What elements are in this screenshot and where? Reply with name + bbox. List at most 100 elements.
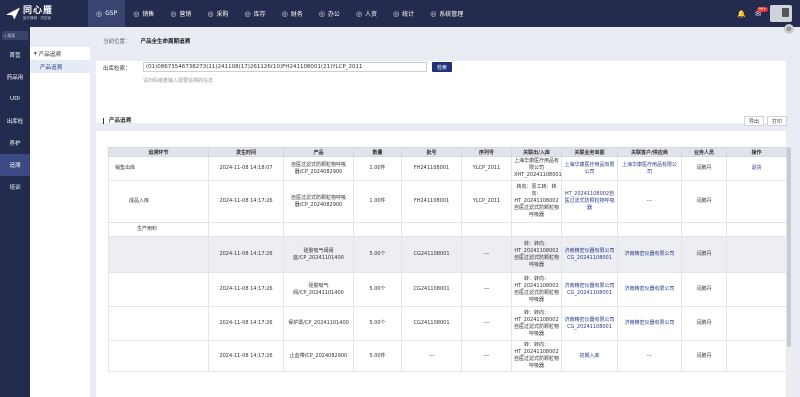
nav-item-label: 库存 xyxy=(253,11,266,18)
nav-item-label: 采购 xyxy=(216,11,229,18)
cell-serial xyxy=(461,222,512,237)
nav-item-8[interactable]: ◎ 统计 xyxy=(385,0,422,27)
cell-serial: --- xyxy=(461,272,512,307)
nav-item-6[interactable]: ◎ 办公 xyxy=(311,0,348,27)
nav-item-label: 人资 xyxy=(365,11,378,18)
message-icon[interactable]: ✉ 99+ xyxy=(755,6,768,18)
finance-icon: ◎ xyxy=(281,9,288,18)
cell-action[interactable]: 退货 xyxy=(726,156,787,181)
cell-staff: 闫鹏丹 xyxy=(681,306,727,341)
cell-batch: CG241108001 xyxy=(401,236,462,273)
sidebar-item-5[interactable]: 追溯 xyxy=(0,154,30,176)
table-scrollbar[interactable] xyxy=(787,145,791,397)
column-header: 追溯环节 xyxy=(108,147,209,157)
breadcrumb-prefix: 当前位置： xyxy=(103,39,131,45)
cell-doc: 济南精密仪器有限公司 CG_20241108001 xyxy=(561,236,618,273)
subnav-item-trace[interactable]: 产品追溯 xyxy=(30,60,90,73)
cell-product: 止血带/CP_2024082900 xyxy=(283,340,354,372)
cell-doc: HT_20241108002自医过滤式防颗粒物呼吸器 xyxy=(561,180,618,223)
search-icon: ⌕ xyxy=(4,33,7,38)
cell-io: 转：转向：HT_20241108002自医过滤式防颗粒物呼吸器 xyxy=(511,272,562,307)
cell-staff: 闫鹏丹 xyxy=(681,340,727,372)
cell-qty: 5.00个 xyxy=(353,236,402,273)
sidebar-item-6[interactable]: 培训 xyxy=(0,176,30,198)
cell-product: 硅胶吸气阀阀座/CP_20241101400 xyxy=(283,236,354,273)
table-row: 2024-11-08 14:17:26 保护罩/CP_20241101400 5.0… xyxy=(108,306,787,341)
nav-item-7[interactable]: ◎ 人资 xyxy=(348,0,385,27)
system-icon: ◎ xyxy=(430,9,437,18)
table-row: 2024-11-08 14:17:26 硅胶吸气阀阀座/CP_2024110140… xyxy=(108,236,787,273)
nav-item-9[interactable]: ◎ 系统管理 xyxy=(422,0,471,27)
sidebar-item-4[interactable]: 养护 xyxy=(0,132,30,154)
trace-title: 产品追溯 xyxy=(103,118,131,124)
cell-partner: 济南精密仪器有限公司 xyxy=(617,272,682,307)
cell-product xyxy=(283,222,354,237)
nav-item-label: 统计 xyxy=(402,11,415,18)
hr-icon: ◎ xyxy=(355,9,363,18)
cell-action xyxy=(726,340,787,372)
nav-item-4[interactable]: ◎ 库存 xyxy=(237,0,274,27)
cell-partner: 济南精密仪器有限公司 xyxy=(617,236,682,273)
column-header: 序列号 xyxy=(461,147,512,157)
cell-qty xyxy=(353,222,402,237)
cell-time: 2024-11-08 14:18:07 xyxy=(208,156,284,181)
nav-item-2[interactable]: ◎ 营销 xyxy=(162,0,199,27)
cell-batch: CG241108001 xyxy=(401,272,462,307)
cell-qty: 5.00个 xyxy=(353,272,402,307)
print-button[interactable]: 打印 xyxy=(767,116,787,126)
sidebar-item-2[interactable]: UDI xyxy=(0,88,30,110)
cell-qty: 5.00个 xyxy=(353,306,402,341)
table-row: 生产用料 xyxy=(108,222,787,237)
settings-gear-icon[interactable]: ⚙ xyxy=(784,24,794,34)
cell-batch: --- xyxy=(401,340,462,372)
cell-partner: --- xyxy=(617,340,682,372)
notification-badge: 99+ xyxy=(756,6,768,12)
main-nav: ◎ GSP ◎ 销售 ◎ 营销 ◎ 采购 ◎ 库存 ◎ 财务 ◎ 办公 ◎ 人资 ◎ 统计 ◎ 系统管理 xyxy=(88,0,471,27)
breadcrumb-current: 产品全生命周期追溯 xyxy=(140,39,191,45)
scroll-thumb[interactable] xyxy=(787,147,791,347)
sidebar-search[interactable]: ⌕ 搜索 xyxy=(2,31,28,40)
cell-product: 硅胶吸气阀/CP_20241101400 xyxy=(283,272,354,307)
app-logo[interactable]: 同心雁 医疗器械 · 供应链 xyxy=(0,0,88,27)
cell-staff: 闫鹏丹 xyxy=(681,236,727,273)
subnav-header-label: 产品追溯 xyxy=(38,51,61,58)
scan-input[interactable] xyxy=(143,62,427,72)
cell-partner: --- xyxy=(617,180,682,223)
column-header: 数量 xyxy=(353,147,402,157)
cell-io: 上海华康医疗用品有限公司 XHT_20241108001 xyxy=(511,156,562,181)
sales-icon: ◎ xyxy=(133,9,140,18)
cell-staff xyxy=(681,222,727,237)
export-button[interactable]: 导出 xyxy=(744,116,764,126)
sidebar-item-3[interactable]: 出库检 xyxy=(0,110,30,132)
cell-batch: FH241108001 xyxy=(401,156,462,181)
cell-partner: 济南精密仪器有限公司 xyxy=(617,306,682,341)
cell-stage: 生产用料 xyxy=(108,222,209,237)
subnav-header[interactable]: ▾ 产品追溯 xyxy=(30,47,90,60)
cell-qty: 1.00件 xyxy=(353,180,402,223)
column-header: 关联客户/供应商 xyxy=(617,147,682,157)
cell-io: 转向：原工转：转向：HT_20241108002自医过滤式防颗粒物呼吸器 xyxy=(511,180,562,223)
nav-item-0[interactable]: ◎ GSP xyxy=(88,0,126,27)
search-button[interactable]: 检索 xyxy=(432,62,452,72)
trace-table: 追溯环节 发生时间 产品 数量 批号 序列号 关联出/入库 关联业务单据 关联客户/供应商 业务人… xyxy=(108,147,787,372)
nav-item-label: 销售 xyxy=(142,11,155,18)
avatar[interactable] xyxy=(770,5,792,22)
nav-item-label: 财务 xyxy=(290,11,303,18)
cell-time: 2024-11-08 14:17:26 xyxy=(208,306,284,341)
sidebar-item-0[interactable]: 首营 xyxy=(0,44,30,66)
cell-product: 自医过滤式防颗粒物呼吸器/CP_2024082900 xyxy=(283,156,354,181)
cell-batch: CG241108001 xyxy=(401,306,462,341)
nav-item-1[interactable]: ◎ 销售 xyxy=(125,0,162,27)
bell-icon[interactable]: 🔔 xyxy=(737,10,746,18)
nav-item-3[interactable]: ◎ 采购 xyxy=(199,0,236,27)
cell-action xyxy=(726,180,787,223)
cell-partner xyxy=(617,222,682,237)
column-header: 业务人员 xyxy=(681,147,727,157)
nav-item-label: GSP xyxy=(105,10,118,17)
cell-product: 保护罩/CP_20241101400 xyxy=(283,306,354,341)
sidebar-search-placeholder: 搜索 xyxy=(7,32,16,38)
nav-item-5[interactable]: ◎ 财务 xyxy=(274,0,311,27)
nav-item-label: 办公 xyxy=(327,11,340,18)
sidebar-item-1[interactable]: 药品用 xyxy=(0,66,30,88)
column-header: 产品 xyxy=(283,147,354,157)
